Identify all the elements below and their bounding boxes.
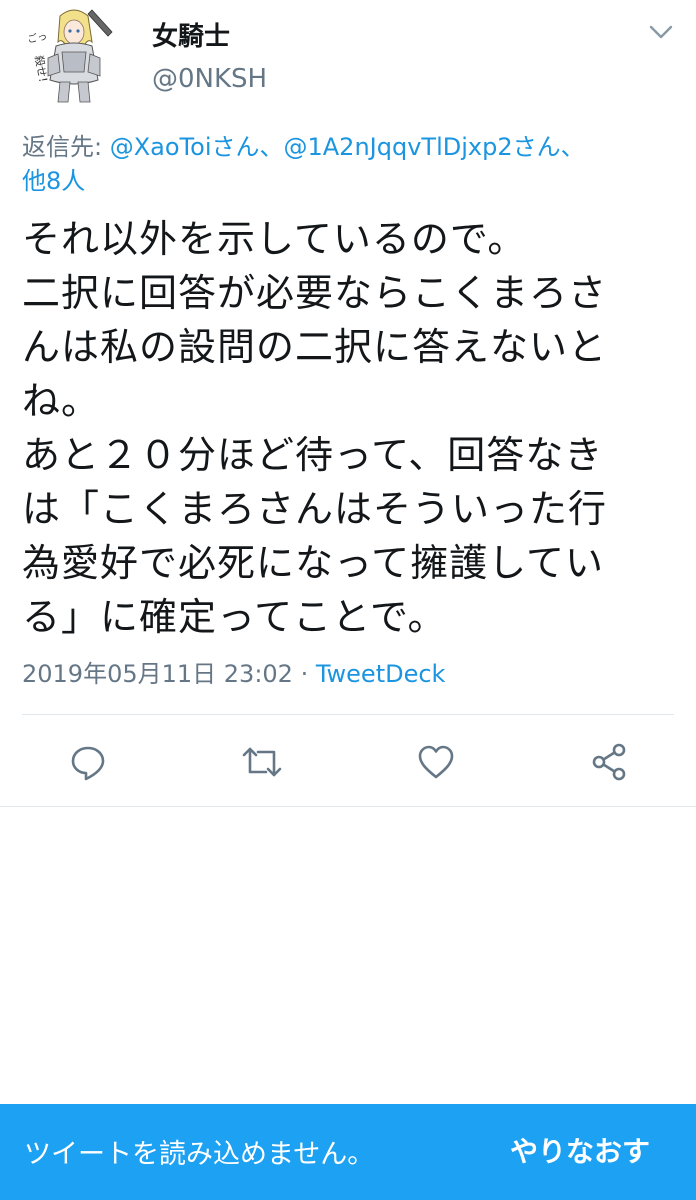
- tweet-line: 為愛好で必死になって擁護してい: [22, 541, 604, 585]
- reply-separator: 、: [259, 133, 284, 161]
- reply-mention-1a2n[interactable]: @1A2nJqqvTlDjxp2さん: [283, 133, 560, 161]
- user-handle[interactable]: @0NKSH: [152, 64, 267, 94]
- avatar-illustration: ごっ 殺せ！: [22, 2, 128, 108]
- retry-button[interactable]: やりなおす: [510, 1130, 650, 1170]
- retweet-icon: [242, 747, 282, 777]
- tweet-line: んは私の設問の二択に答えないと: [22, 325, 608, 369]
- display-name[interactable]: 女騎士: [152, 16, 230, 53]
- reply-prefix: 返信先:: [22, 133, 110, 161]
- retweet-button[interactable]: [240, 740, 284, 784]
- tweet-line: る」に確定ってことで。: [22, 595, 447, 639]
- tweet-source[interactable]: TweetDeck: [316, 660, 446, 688]
- like-icon: [418, 745, 454, 779]
- reply-to-line: 返信先: @XaoToiさん、@1A2nJqqvTlDjxp2さん、 他8人: [22, 130, 672, 198]
- reply-mention-xaotoi[interactable]: @XaoToiさん: [110, 133, 260, 161]
- avatar[interactable]: ごっ 殺せ！: [22, 2, 128, 108]
- tweet-line: それ以外を示しているので。: [22, 217, 527, 261]
- reply-separator: 、: [560, 133, 585, 161]
- tweet-line: 二択に回答が必要ならこくまろさ: [22, 271, 608, 315]
- meta-separator: ·: [292, 660, 316, 688]
- load-error-bar: ツイートを読み込めません。 やりなおす: [0, 1104, 696, 1200]
- share-button[interactable]: [588, 740, 632, 784]
- reply-icon: [71, 746, 105, 781]
- tweet-meta: 2019年05月11日 23:02 · TweetDeck: [22, 654, 445, 689]
- reply-others[interactable]: 他8人: [22, 167, 85, 195]
- tweet-timestamp[interactable]: 2019年05月11日 23:02: [22, 660, 293, 688]
- share-icon: [592, 743, 626, 781]
- like-button[interactable]: [414, 740, 458, 784]
- tweet-detail-screen: ごっ 殺せ！ 女騎士 @0NKSH 返信先: @XaoToiさん、@1A2nJq…: [0, 0, 696, 1200]
- load-error-message: ツイートを読み込めません。: [24, 1139, 375, 1170]
- tweet-line: ね。: [22, 379, 101, 423]
- tweet-text: それ以外を示しているので。 二択に回答が必要ならこくまろさ んは私の設問の二択に…: [22, 212, 674, 644]
- tweet-line: あと２０分ほど待って、回答なき: [22, 433, 604, 477]
- divider: [22, 714, 674, 715]
- divider: [0, 806, 696, 807]
- tweet-line: は「こくまろさんはそういった行: [22, 487, 608, 531]
- chevron-down-icon[interactable]: [646, 20, 676, 44]
- reply-button[interactable]: [66, 740, 110, 784]
